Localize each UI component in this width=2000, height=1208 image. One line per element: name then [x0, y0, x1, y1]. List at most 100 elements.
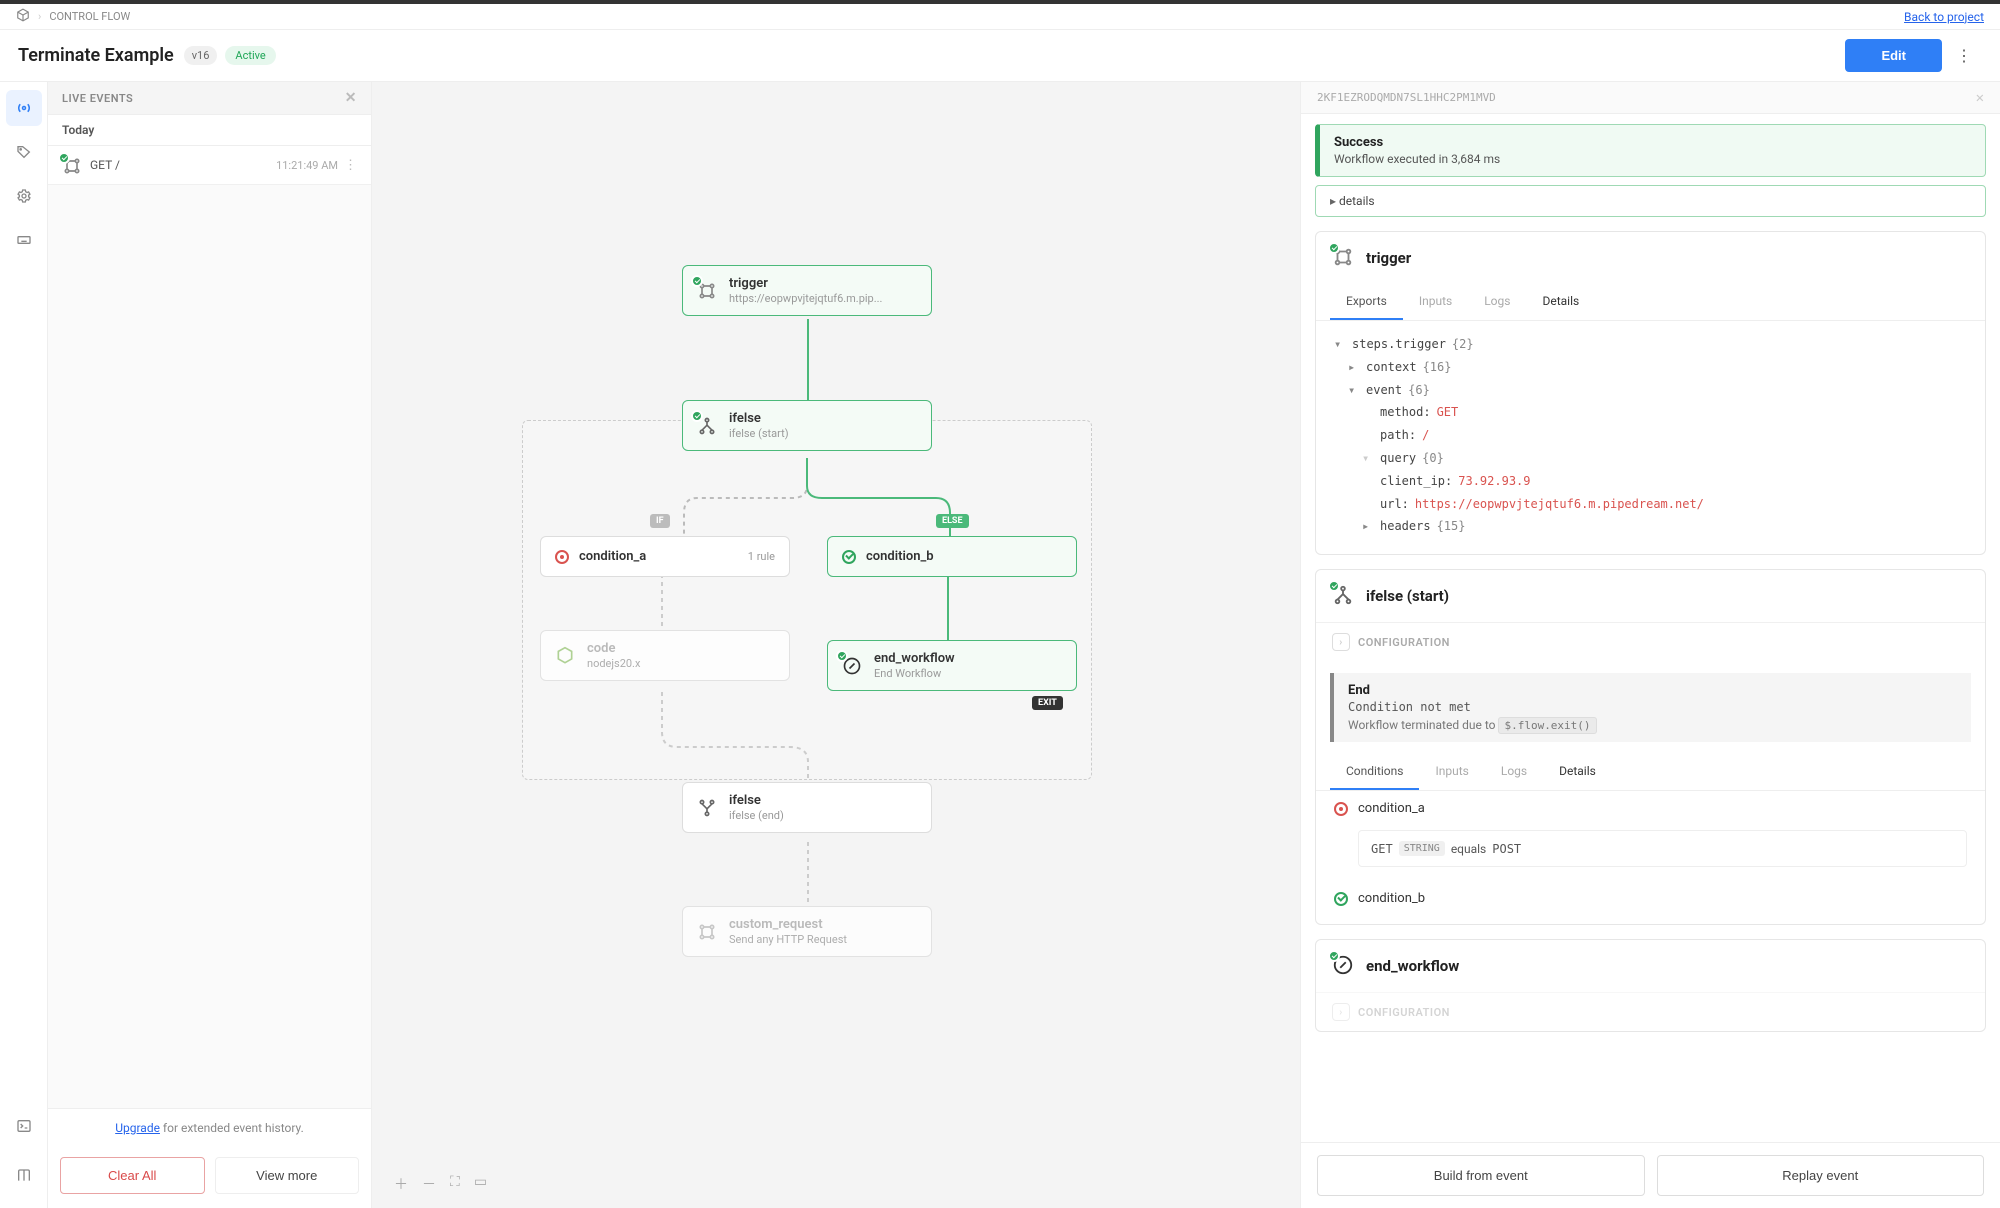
- workflow-title: Terminate Example: [18, 45, 174, 66]
- condition-pass-icon: [1334, 892, 1348, 906]
- tab-inputs[interactable]: Inputs: [1419, 754, 1484, 790]
- tab-details[interactable]: Details: [1526, 284, 1595, 320]
- rail-settings-icon[interactable]: [6, 178, 42, 214]
- node-title: ifelse: [729, 411, 789, 426]
- node-condition-a[interactable]: condition_a 1 rule: [540, 536, 790, 577]
- condition-fail-icon: [1334, 802, 1348, 816]
- end-subtitle: Condition not met: [1348, 700, 1957, 714]
- node-ifelse-end[interactable]: ifelse ifelse (end): [682, 782, 932, 833]
- breadcrumb-sep: ›: [38, 10, 41, 23]
- nodejs-icon: [553, 644, 577, 668]
- step-title: ifelse (start): [1366, 587, 1449, 605]
- event-label: GET /: [90, 158, 120, 172]
- details-header: 2KF1EZRODQMDN7SL1HHC2PM1MVD ✕: [1301, 82, 2000, 114]
- events-panel: LIVE EVENTS ✕ Today GET / 11:21:49 AM ⋮ …: [48, 82, 372, 1208]
- node-subtitle: https://eopwpvjtejqtuf6.m.pip...: [729, 292, 882, 305]
- success-title: Success: [1334, 135, 1971, 150]
- node-title: custom_request: [729, 917, 847, 932]
- more-button[interactable]: ⋮: [1946, 38, 1982, 74]
- branch-icon: [1332, 584, 1356, 608]
- node-subtitle: ifelse (end): [729, 809, 784, 822]
- node-trigger[interactable]: trigger https://eopwpvjtejqtuf6.m.pip...: [682, 265, 932, 316]
- step-card-end-workflow: end_workflow › CONFIGURATION: [1315, 939, 1986, 1032]
- minimap-icon[interactable]: ▭: [474, 1174, 487, 1194]
- details-close-icon[interactable]: ✕: [1976, 90, 1984, 106]
- condition-pass-icon: [842, 550, 856, 564]
- execution-id: 2KF1EZRODQMDN7SL1HHC2PM1MVD: [1317, 91, 1496, 104]
- node-title: end_workflow: [874, 651, 955, 666]
- details-panel: 2KF1EZRODQMDN7SL1HHC2PM1MVD ✕ Success Wo…: [1300, 82, 2000, 1208]
- condition-fail-icon: [555, 550, 569, 564]
- title-bar: Terminate Example v16 Active Edit ⋮: [0, 30, 2000, 82]
- success-message: Workflow executed in 3,684 ms: [1334, 152, 1971, 166]
- branch-merge-icon: [695, 796, 719, 820]
- condition-expression: GET STRING equals POST: [1358, 830, 1967, 867]
- left-rail: [0, 82, 48, 1208]
- check-badge-icon: [1328, 242, 1340, 254]
- zoom-in-icon[interactable]: ＋: [394, 1174, 408, 1194]
- rail-docs-icon[interactable]: [6, 1158, 42, 1194]
- back-to-project-link[interactable]: Back to project: [1904, 10, 1984, 24]
- node-condition-b[interactable]: condition_b: [827, 536, 1077, 577]
- configuration-row[interactable]: › CONFIGURATION: [1316, 622, 1985, 661]
- view-more-button[interactable]: View more: [215, 1157, 360, 1194]
- status-badge: Active: [225, 46, 275, 65]
- exit-chip: EXIT: [1032, 696, 1063, 710]
- details-footer: Build from event Replay event: [1301, 1142, 2000, 1208]
- cube-icon: [16, 8, 30, 26]
- chevron-right-icon: ›: [1332, 1003, 1350, 1021]
- zoom-out-icon[interactable]: －: [422, 1174, 436, 1194]
- tab-details[interactable]: Details: [1543, 754, 1612, 790]
- event-row[interactable]: GET / 11:21:49 AM ⋮: [48, 146, 371, 185]
- replay-event-button[interactable]: Replay event: [1657, 1155, 1985, 1196]
- check-badge-icon: [58, 152, 70, 164]
- rail-tag-icon[interactable]: [6, 134, 42, 170]
- tab-logs[interactable]: Logs: [1485, 754, 1543, 790]
- fit-icon[interactable]: ⛶: [450, 1174, 460, 1194]
- canvas-toolbar: ＋ － ⛶ ▭: [394, 1174, 487, 1194]
- clear-all-button[interactable]: Clear All: [60, 1157, 205, 1194]
- node-subtitle: ifelse (start): [729, 427, 789, 440]
- tab-logs[interactable]: Logs: [1468, 284, 1526, 320]
- events-close-icon[interactable]: ✕: [345, 90, 357, 106]
- rail-terminal-icon[interactable]: [6, 1108, 42, 1144]
- node-ifelse-start[interactable]: ifelse ifelse (start): [682, 400, 932, 451]
- end-block: End Condition not met Workflow terminate…: [1330, 673, 1971, 742]
- node-subtitle: nodejs20.x: [587, 657, 640, 670]
- node-title: code: [587, 641, 640, 656]
- breadcrumb-section[interactable]: CONTROL FLOW: [49, 10, 130, 23]
- events-today-label: Today: [48, 114, 371, 146]
- node-code[interactable]: code nodejs20.x: [540, 630, 790, 681]
- rail-keyboard-icon[interactable]: [6, 222, 42, 258]
- node-end-workflow[interactable]: end_workflow End Workflow: [827, 640, 1077, 691]
- condition-a-item[interactable]: condition_a: [1316, 791, 1985, 826]
- workflow-canvas[interactable]: IF ELSE EXIT trigger https://eopwpvjtejq…: [372, 82, 1300, 1208]
- details-accordion[interactable]: details: [1315, 185, 1986, 217]
- trigger-tabs: Exports Inputs Logs Details: [1316, 284, 1985, 321]
- step-card-ifelse: ifelse (start) › CONFIGURATION End Condi…: [1315, 569, 1986, 925]
- http-icon: [1332, 246, 1356, 270]
- configuration-row[interactable]: › CONFIGURATION: [1316, 992, 1985, 1031]
- build-from-event-button[interactable]: Build from event: [1317, 1155, 1645, 1196]
- edit-button[interactable]: Edit: [1845, 39, 1942, 72]
- exit-icon: [1332, 954, 1356, 978]
- tab-inputs[interactable]: Inputs: [1403, 284, 1468, 320]
- upgrade-link[interactable]: Upgrade: [115, 1121, 160, 1135]
- node-subtitle: End Workflow: [874, 667, 955, 680]
- version-badge: v16: [184, 46, 218, 65]
- http-icon: [695, 279, 719, 303]
- end-title: End: [1348, 683, 1957, 698]
- rail-live-events-icon[interactable]: [6, 90, 42, 126]
- tab-exports[interactable]: Exports: [1330, 284, 1403, 320]
- events-panel-header: LIVE EVENTS ✕: [48, 82, 371, 114]
- condition-b-item[interactable]: condition_b: [1316, 881, 1985, 924]
- step-title: end_workflow: [1366, 957, 1459, 975]
- tab-conditions[interactable]: Conditions: [1330, 754, 1419, 790]
- node-subtitle: Send any HTTP Request: [729, 933, 847, 946]
- success-banner: Success Workflow executed in 3,684 ms: [1315, 124, 1986, 177]
- event-menu-icon[interactable]: ⋮: [344, 158, 357, 173]
- node-title: trigger: [729, 276, 882, 291]
- exports-tree[interactable]: ▾steps.trigger {2} ▸context {16} ▾event …: [1316, 321, 1985, 554]
- node-custom-request[interactable]: custom_request Send any HTTP Request: [682, 906, 932, 957]
- chevron-right-icon: ›: [1332, 633, 1350, 651]
